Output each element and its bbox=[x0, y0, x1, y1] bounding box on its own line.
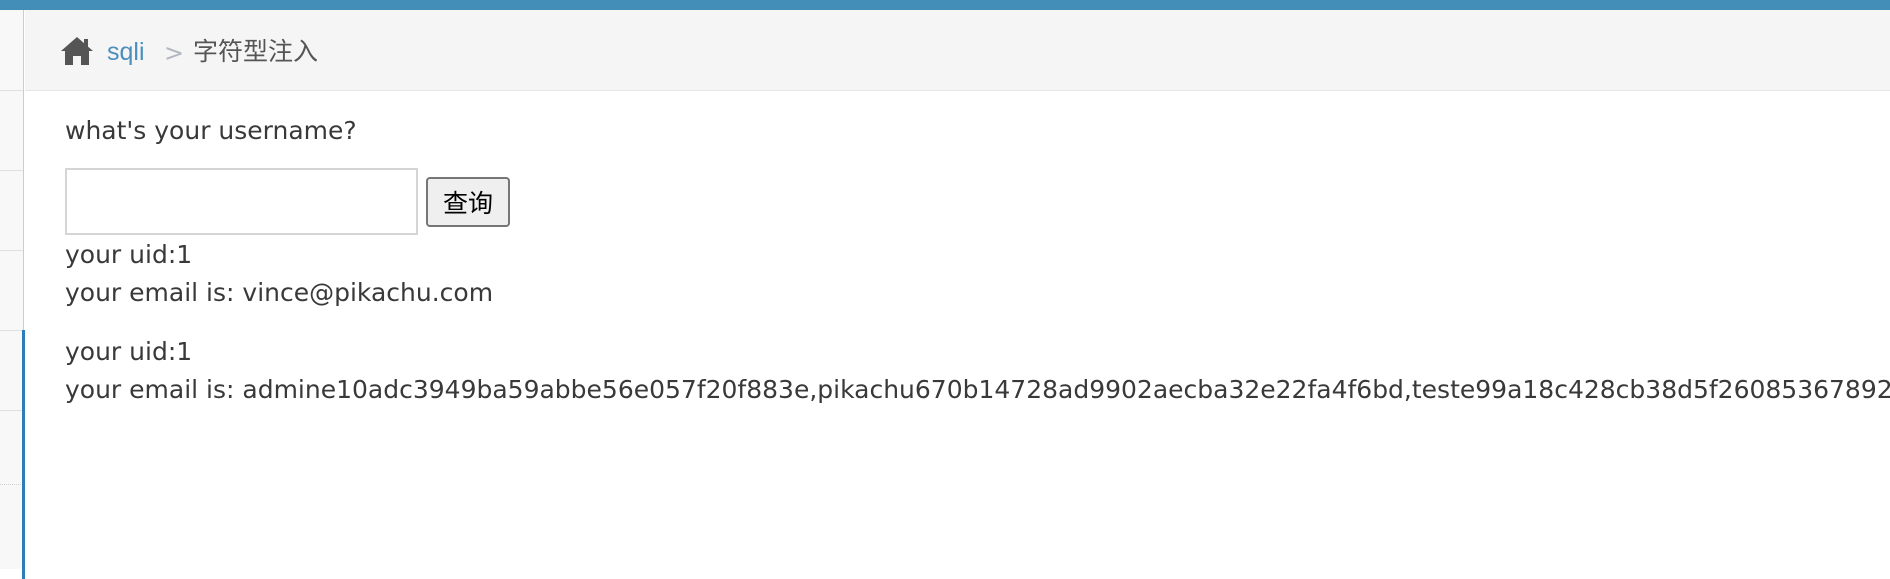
sidebar-divider bbox=[0, 410, 23, 411]
sidebar bbox=[0, 10, 25, 579]
sidebar-divider bbox=[0, 330, 23, 331]
username-question: what's your username? bbox=[65, 116, 357, 145]
top-navbar bbox=[0, 0, 1890, 10]
home-icon[interactable] bbox=[60, 34, 94, 68]
breadcrumb-separator: > bbox=[164, 39, 185, 67]
sidebar-divider bbox=[0, 90, 23, 91]
sidebar-divider bbox=[0, 250, 23, 251]
result-email: your email is: vince@pikachu.com bbox=[65, 278, 494, 307]
query-button[interactable]: 查询 bbox=[426, 177, 510, 227]
breadcrumb-link-sqli[interactable]: sqli bbox=[107, 35, 145, 69]
username-input[interactable] bbox=[65, 168, 418, 235]
result-uid: your uid:1 bbox=[65, 240, 193, 269]
result-email: your email is: admine10adc3949ba59abbe56… bbox=[65, 375, 1890, 404]
result-uid: your uid:1 bbox=[65, 337, 193, 366]
sidebar-divider bbox=[0, 170, 23, 171]
sidebar-active-indicator bbox=[22, 330, 25, 579]
breadcrumb-current: 字符型注入 bbox=[193, 37, 319, 66]
sidebar-dotted-divider bbox=[0, 484, 23, 485]
